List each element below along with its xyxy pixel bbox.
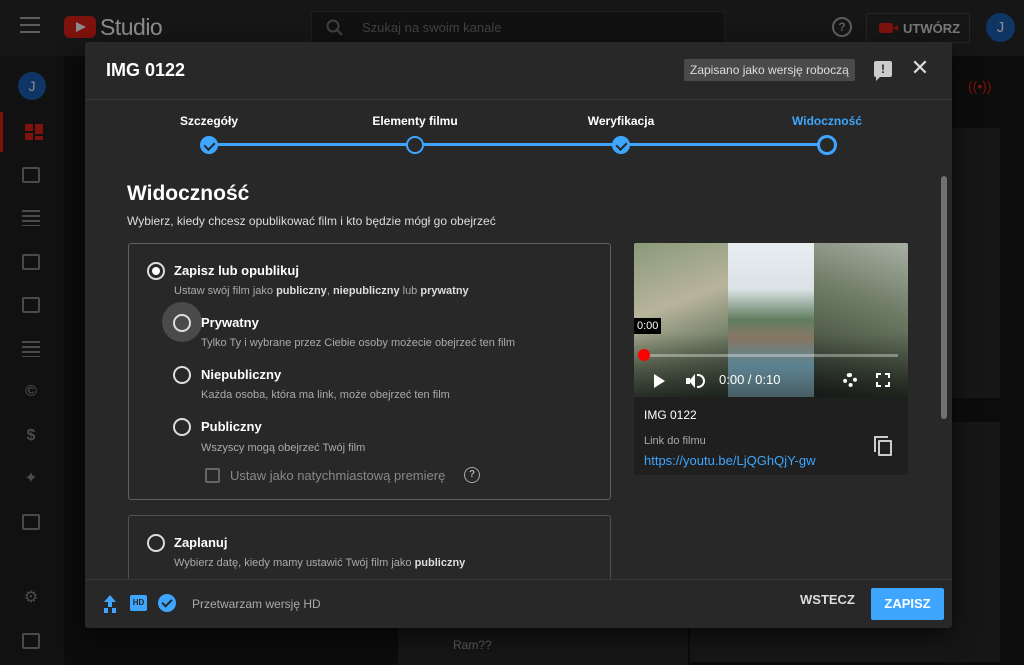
link-label: Link do filmu bbox=[644, 435, 706, 447]
scrollbar[interactable] bbox=[941, 176, 947, 419]
option-public-desc: Wszyscy mogą obejrzeć Twój film bbox=[201, 442, 366, 454]
upload-dialog: IMG 0122 Zapisano jako wersję roboczą ! … bbox=[85, 42, 952, 628]
premiere-checkbox[interactable] bbox=[205, 468, 220, 483]
schedule-title: Zaplanuj bbox=[174, 535, 228, 550]
option-private-desc: Tylko Ty i wybrane przez Ciebie osoby mo… bbox=[201, 337, 516, 349]
time-display: 0:00 / 0:10 bbox=[719, 372, 781, 387]
hd-icon: HD bbox=[130, 595, 147, 611]
save-publish-panel: Zapisz lub opublikuj Ustaw swój film jak… bbox=[128, 243, 611, 500]
option-public-title: Publiczny bbox=[201, 419, 262, 434]
feedback-icon[interactable]: ! bbox=[874, 61, 892, 81]
save-publish-title: Zapisz lub opublikuj bbox=[174, 263, 299, 278]
step-check-icon bbox=[612, 136, 630, 154]
scrubber-handle[interactable] bbox=[638, 349, 650, 361]
play-icon[interactable] bbox=[654, 374, 665, 388]
help-icon[interactable]: ? bbox=[464, 467, 480, 483]
option-unlisted-desc: Każda osoba, która ma link, może obejrze… bbox=[201, 389, 450, 401]
video-name: IMG 0122 bbox=[644, 408, 697, 422]
fullscreen-icon[interactable] bbox=[876, 373, 890, 387]
radio-save-publish[interactable] bbox=[147, 262, 165, 280]
option-unlisted-title: Niepubliczny bbox=[201, 367, 282, 382]
step-label: Weryfikacja bbox=[587, 114, 655, 128]
close-icon[interactable]: ✕ bbox=[908, 56, 932, 80]
step-label: Szczegóły bbox=[179, 114, 239, 128]
save-publish-desc: Ustaw swój film jako publiczny, niepubli… bbox=[174, 285, 469, 297]
step-check-icon bbox=[200, 136, 218, 154]
check-circle-icon bbox=[158, 594, 176, 612]
option-private-title: Prywatny bbox=[201, 315, 259, 330]
stepper-line bbox=[207, 143, 827, 146]
step-dot-icon bbox=[406, 136, 424, 154]
section-title: Widoczność bbox=[127, 182, 250, 205]
dialog-header: IMG 0122 Zapisano jako wersję roboczą ! … bbox=[85, 42, 952, 100]
section-subtitle: Wybierz, kiedy chcesz opublikować film i… bbox=[127, 214, 496, 228]
video-player[interactable]: 0:00 0:00 / 0:10 bbox=[634, 243, 908, 397]
schedule-desc: Wybierz datę, kiedy mamy ustawić Twój fi… bbox=[174, 557, 466, 569]
gear-icon[interactable] bbox=[843, 373, 857, 387]
radio-public[interactable] bbox=[173, 418, 191, 436]
step-current-icon bbox=[817, 135, 837, 155]
back-button[interactable]: WSTECZ bbox=[800, 592, 855, 607]
dialog-footer: HD Przetwarzam wersję HD WSTECZ ZAPISZ bbox=[85, 579, 952, 628]
controls-gradient bbox=[634, 333, 908, 397]
upload-icon bbox=[104, 595, 116, 611]
step-label: Elementy filmu bbox=[372, 114, 458, 128]
time-tooltip: 0:00 bbox=[634, 318, 662, 334]
progress-bar[interactable] bbox=[644, 354, 898, 357]
radio-unlisted[interactable] bbox=[173, 366, 191, 384]
save-button[interactable]: ZAPISZ bbox=[871, 588, 944, 620]
radio-schedule[interactable] bbox=[147, 534, 165, 552]
video-link[interactable]: https://youtu.be/LjQGhQjY-gw bbox=[644, 453, 816, 468]
step-label: Widoczność bbox=[792, 114, 862, 128]
dialog-title: IMG 0122 bbox=[106, 60, 186, 80]
stepper: Szczegóły Elementy filmu Weryfikacja Wid… bbox=[85, 100, 952, 160]
draft-status-badge: Zapisano jako wersję roboczą bbox=[684, 59, 855, 81]
copy-icon[interactable] bbox=[874, 436, 892, 456]
premiere-label: Ustaw jako natychmiastową premierę bbox=[230, 468, 446, 483]
processing-status: Przetwarzam wersję HD bbox=[192, 597, 321, 611]
radio-private[interactable] bbox=[173, 314, 191, 332]
video-preview-card: 0:00 0:00 / 0:10 IMG 0122 Link do filmu … bbox=[634, 243, 908, 475]
